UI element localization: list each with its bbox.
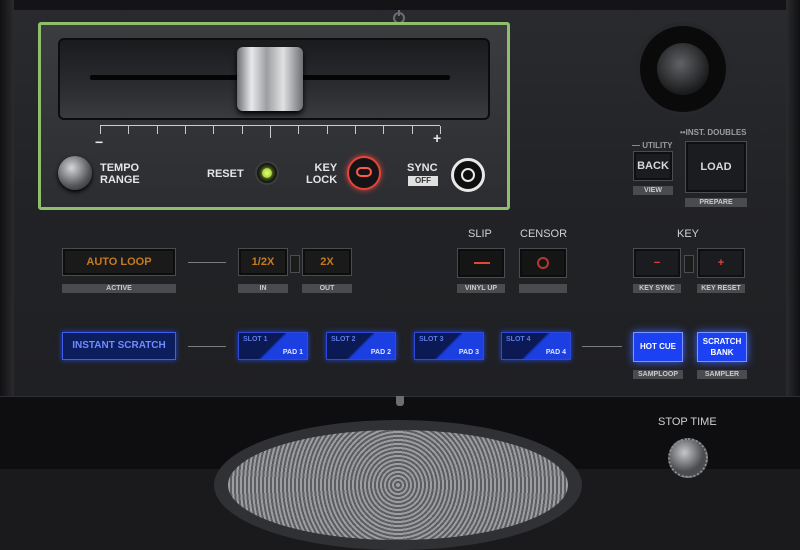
censor-button[interactable] — [519, 248, 567, 278]
tempo-scale-tick — [128, 126, 130, 134]
reset-button[interactable] — [255, 161, 279, 185]
double-loop-button[interactable]: 2X — [302, 248, 352, 276]
tempo-scale-tick — [270, 126, 271, 138]
slip-label: SLIP — [468, 228, 492, 240]
key-minus-button[interactable]: − — [633, 248, 681, 278]
top-strip — [0, 0, 800, 10]
sync-button[interactable] — [451, 158, 485, 192]
inst-doubles-label: ••INST. DOUBLES — [680, 128, 747, 137]
sync-off-label: OFF — [408, 176, 438, 186]
tempo-scale-tick — [100, 126, 101, 134]
censor-icon — [537, 257, 549, 269]
pad-2-label: PAD 2 — [370, 349, 391, 356]
pad-4-label: PAD 4 — [545, 349, 566, 356]
out-label: OUT — [302, 284, 352, 293]
reverse-label — [519, 284, 567, 293]
tempo-scale-tick — [298, 126, 300, 134]
half-loop-button[interactable]: 1/2X — [238, 248, 288, 276]
tempo-range-label: TEMPO RANGE — [100, 162, 140, 186]
key-reset-label: KEY RESET — [697, 284, 745, 293]
slot-1-button[interactable]: SLOT 1 PAD 1 — [238, 332, 308, 360]
divider-line — [188, 346, 226, 347]
stop-time-label: STOP TIME — [658, 416, 717, 428]
slip-button[interactable] — [457, 248, 505, 278]
stop-time-knob[interactable] — [668, 438, 708, 478]
tempo-scale — [100, 125, 441, 140]
slot-3-button[interactable]: SLOT 3 PAD 3 — [414, 332, 484, 360]
tempo-scale-tick — [383, 126, 385, 134]
hot-cue-button[interactable]: HOT CUE — [633, 332, 683, 362]
tempo-plus-label: + — [433, 130, 442, 146]
auto-loop-button[interactable]: AUTO LOOP — [62, 248, 176, 276]
sampler-loop-label: SAMPLOOP — [633, 370, 683, 379]
scratch-bank-button[interactable]: SCRATCH BANK — [697, 332, 747, 362]
tempo-scale-tick — [156, 126, 158, 134]
pad-1-label: PAD 1 — [282, 349, 303, 356]
key-lock-label: KEY LOCK — [306, 162, 338, 186]
back-button[interactable]: BACK — [633, 151, 673, 181]
slot-4-button[interactable]: SLOT 4 PAD 4 — [501, 332, 571, 360]
sampler-label: SAMPLER — [697, 370, 747, 379]
tempo-scale-tick — [355, 126, 356, 134]
key-lock-button[interactable] — [347, 156, 381, 190]
tempo-scale-tick — [411, 126, 413, 134]
sync-icon — [461, 168, 475, 182]
slot-2-label: SLOT 2 — [331, 336, 356, 343]
slot-4-label: SLOT 4 — [506, 336, 531, 343]
utility-label: — UTILITY — [632, 141, 673, 150]
key-lock-icon — [356, 167, 372, 177]
key-toggle[interactable] — [684, 255, 694, 273]
divider-line — [582, 346, 622, 347]
reset-label: RESET — [207, 168, 244, 180]
slot-3-label: SLOT 3 — [419, 336, 444, 343]
slot-2-button[interactable]: SLOT 2 PAD 2 — [326, 332, 396, 360]
tempo-range-knob[interactable] — [58, 156, 92, 190]
tempo-scale-tick — [185, 126, 186, 134]
browse-knob[interactable] — [640, 26, 726, 112]
active-label: ACTIVE — [62, 284, 176, 293]
pad-3-label: PAD 3 — [458, 349, 479, 356]
divider-line — [188, 262, 226, 263]
in-label: IN — [238, 284, 288, 293]
tempo-minus-label: − — [95, 134, 104, 150]
tempo-fader-knob[interactable] — [237, 47, 303, 111]
browse-knob-cap — [657, 43, 709, 95]
sync-label: SYNC — [407, 162, 438, 174]
instant-scratch-button[interactable]: INSTANT SCRATCH — [62, 332, 176, 360]
key-plus-button[interactable]: + — [697, 248, 745, 278]
view-label: VIEW — [633, 186, 673, 195]
vinyl-up-label: VINYL UP — [457, 284, 505, 293]
controller-panel: − + TEMPO RANGE RESET KEY LOCK SYNC OFF … — [0, 0, 800, 550]
tempo-scale-tick — [241, 126, 243, 134]
prepare-label: PREPARE — [685, 198, 747, 207]
key-label: KEY — [677, 228, 700, 240]
tempo-scale-tick — [213, 126, 215, 134]
turntable-marker — [396, 396, 404, 406]
reset-led-icon — [262, 168, 272, 178]
censor-label: CENSOR — [520, 228, 568, 240]
slot-1-label: SLOT 1 — [243, 336, 268, 343]
key-sync-label: KEY SYNC — [633, 284, 681, 293]
loop-toggle[interactable] — [290, 255, 300, 273]
load-button[interactable]: LOAD — [685, 141, 747, 193]
slip-dash-icon — [474, 262, 490, 264]
jog-platter[interactable] — [228, 430, 568, 540]
tempo-scale-tick — [326, 126, 328, 134]
